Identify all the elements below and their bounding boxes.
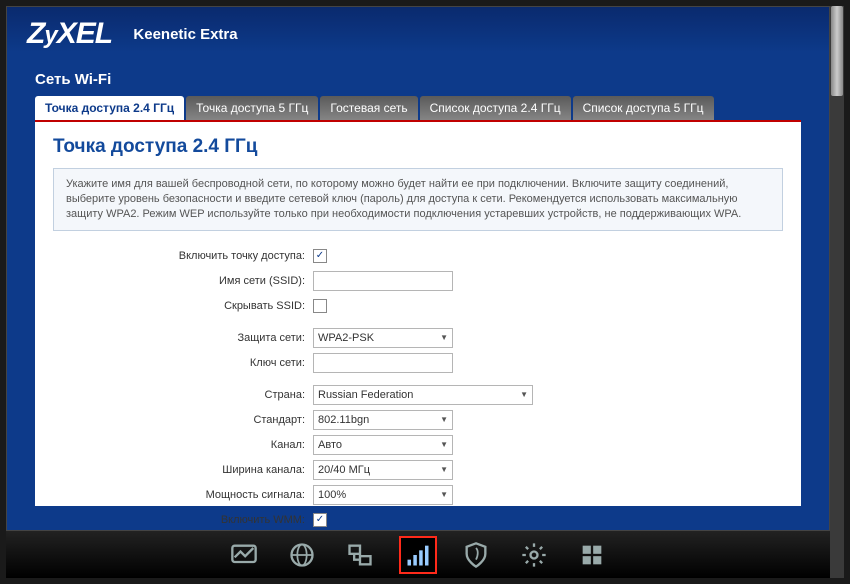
select-power[interactable]: 100% ▼ bbox=[313, 485, 453, 505]
label-hide-ssid: Скрывать SSID: bbox=[53, 300, 313, 312]
info-box: Укажите имя для вашей беспроводной сети,… bbox=[53, 168, 783, 231]
chevron-down-icon: ▼ bbox=[440, 440, 448, 449]
label-security: Защита сети: bbox=[53, 332, 313, 344]
input-ssid[interactable] bbox=[313, 271, 453, 291]
select-channel[interactable]: Авто ▼ bbox=[313, 435, 453, 455]
select-country[interactable]: Russian Federation ▼ bbox=[313, 385, 533, 405]
chevron-down-icon: ▼ bbox=[440, 415, 448, 424]
tab-ap-24[interactable]: Точка доступа 2.4 ГГц bbox=[35, 96, 184, 120]
select-security[interactable]: WPA2-PSK ▼ bbox=[313, 328, 453, 348]
checkbox-enable-ap[interactable]: ✓ bbox=[313, 249, 327, 263]
label-ssid: Имя сети (SSID): bbox=[53, 275, 313, 287]
label-country: Страна: bbox=[53, 389, 313, 401]
label-channel: Канал: bbox=[53, 439, 313, 451]
tab-guest[interactable]: Гостевая сеть bbox=[320, 96, 417, 120]
monitor-icon[interactable] bbox=[225, 536, 263, 574]
input-key[interactable] bbox=[313, 353, 453, 373]
section-title: Сеть Wi-Fi bbox=[7, 55, 829, 96]
label-width: Ширина канала: bbox=[53, 464, 313, 476]
label-power: Мощность сигнала: bbox=[53, 489, 313, 501]
model-name: Keenetic Extra bbox=[133, 26, 237, 43]
chevron-down-icon: ▼ bbox=[440, 490, 448, 499]
shield-icon[interactable] bbox=[457, 536, 495, 574]
select-channel-value: Авто bbox=[318, 439, 342, 451]
brand-logo: ZyXEL bbox=[27, 17, 112, 51]
label-key: Ключ сети: bbox=[53, 357, 313, 369]
checkbox-hide-ssid[interactable] bbox=[313, 299, 327, 313]
apps-icon[interactable] bbox=[573, 536, 611, 574]
tab-acl-5[interactable]: Список доступа 5 ГГц bbox=[573, 96, 714, 120]
gear-icon[interactable] bbox=[515, 536, 553, 574]
chevron-down-icon: ▼ bbox=[440, 333, 448, 342]
header: ZyXEL Keenetic Extra bbox=[7, 7, 829, 55]
tab-ap-5[interactable]: Точка доступа 5 ГГц bbox=[186, 96, 318, 120]
select-security-value: WPA2-PSK bbox=[318, 332, 374, 344]
label-wmm: Включить WMM: bbox=[53, 514, 313, 526]
checkbox-wmm[interactable]: ✓ bbox=[313, 513, 327, 527]
select-width[interactable]: 20/40 МГц ▼ bbox=[313, 460, 453, 480]
app-window: ZyXEL Keenetic Extra Сеть Wi-Fi Точка до… bbox=[6, 6, 830, 578]
scrollbar[interactable] bbox=[830, 6, 844, 578]
content-panel: Точка доступа 2.4 ГГц Укажите имя для ва… bbox=[35, 120, 801, 506]
network-icon[interactable] bbox=[341, 536, 379, 574]
chevron-down-icon: ▼ bbox=[440, 465, 448, 474]
select-standard[interactable]: 802.11bgn ▼ bbox=[313, 410, 453, 430]
tabs: Точка доступа 2.4 ГГц Точка доступа 5 ГГ… bbox=[7, 96, 829, 120]
select-power-value: 100% bbox=[318, 489, 346, 501]
select-standard-value: 802.11bgn bbox=[318, 414, 369, 426]
page-heading: Точка доступа 2.4 ГГц bbox=[53, 136, 783, 158]
select-width-value: 20/40 МГц bbox=[318, 464, 370, 476]
chevron-down-icon: ▼ bbox=[520, 390, 528, 399]
tab-acl-24[interactable]: Список доступа 2.4 ГГц bbox=[420, 96, 571, 120]
settings-form: Включить точку доступа: ✓ Имя сети (SSID… bbox=[53, 245, 783, 561]
globe-icon[interactable] bbox=[283, 536, 321, 574]
wifi-bars-icon[interactable] bbox=[399, 536, 437, 574]
select-country-value: Russian Federation bbox=[318, 389, 413, 401]
bottom-nav bbox=[6, 530, 830, 578]
label-standard: Стандарт: bbox=[53, 414, 313, 426]
scrollbar-thumb[interactable] bbox=[831, 6, 843, 96]
label-enable-ap: Включить точку доступа: bbox=[53, 250, 313, 262]
